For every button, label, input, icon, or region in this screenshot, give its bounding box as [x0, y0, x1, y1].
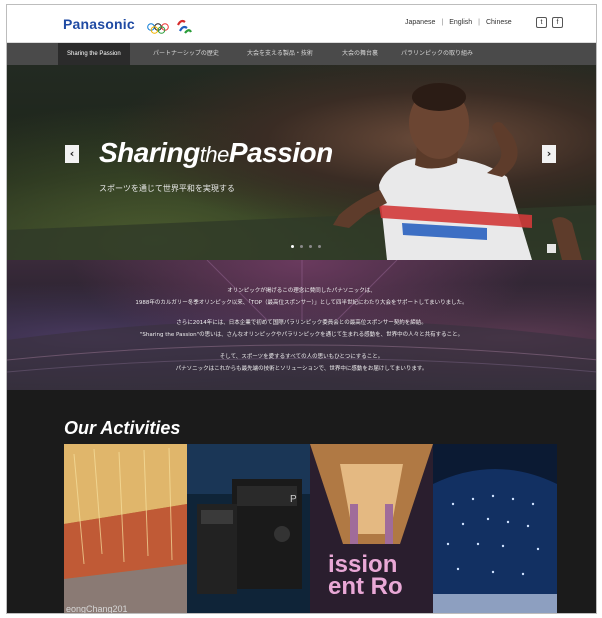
mission-statement: オリンピックが掲げるこの理念に賛同したパナソニックは、 1988年のカルガリー冬…	[7, 260, 596, 390]
pause-icon[interactable]	[547, 244, 556, 253]
activities-title: Our Activities	[64, 418, 181, 438]
stadium-lights-image	[433, 444, 557, 613]
hero-title-passion: Passion	[228, 137, 333, 168]
facebook-icon[interactable]: f	[552, 17, 563, 28]
hero-next-button[interactable]: ›	[542, 145, 556, 163]
statement-line: パナソニックはこれからも最先端の技術とソリューションで、世界中に感動をお届けして…	[175, 366, 428, 372]
nav-item-products-technology[interactable]: 大会を支える製品・技術	[247, 43, 313, 65]
svg-text:P: P	[290, 494, 297, 505]
statement-line: 1988年のカルガリー冬季オリンピック以来、「TOP（最高位スポンサー）」として…	[135, 300, 468, 306]
nav-item-partnership-history[interactable]: パートナーシップの歴史	[153, 43, 219, 65]
slider-dots	[291, 245, 321, 248]
panasonic-logo[interactable]: Panasonic	[63, 16, 135, 32]
browser-frame: Panasonic Japanese | English | Chinese t…	[6, 4, 597, 614]
lang-separator: |	[478, 19, 480, 26]
statement-line: オリンピックが掲げるこの理念に賛同したパナソニックは、	[227, 288, 376, 294]
nav-item-behind-the-scenes[interactable]: 大会の舞台裏	[342, 43, 378, 65]
hero-title-the: the	[199, 142, 230, 167]
slider-dot[interactable]	[309, 245, 312, 248]
language-switcher: Japanese | English | Chinese	[405, 19, 512, 26]
tile-caption: eongChang201	[66, 604, 128, 614]
activities-section: Our Activities eongChang201 P ission ent…	[7, 390, 596, 614]
mission-text: ission ent Ro	[328, 553, 403, 600]
hero-prev-button[interactable]: ‹	[65, 145, 79, 163]
activity-tile-mission[interactable]: ission ent Ro	[310, 444, 433, 613]
lang-japanese[interactable]: Japanese	[405, 19, 435, 26]
activity-tile-ceremony[interactable]: eongChang201	[64, 444, 187, 614]
activity-tile-equipment[interactable]: P	[187, 444, 310, 613]
lang-separator: |	[441, 19, 444, 26]
slider-dot[interactable]	[300, 245, 303, 248]
broadcast-equipment-image: P	[187, 444, 310, 613]
slider-dot[interactable]	[318, 245, 321, 248]
site-header: Panasonic Japanese | English | Chinese t…	[7, 5, 596, 43]
hero-title-sharing: Sharing	[99, 137, 200, 168]
lang-chinese[interactable]: Chinese	[486, 19, 512, 26]
slider-dot[interactable]	[291, 245, 294, 248]
statement-line: そして、スポーツを愛するすべての人の思いもひとつにすること。	[219, 354, 384, 360]
hero-slider: ‹ › SharingthePassion スポーツを通じて世界平和を実現する	[7, 65, 596, 260]
nav-item-sharing-the-passion[interactable]: Sharing the Passion	[58, 43, 130, 65]
ceremony-image	[64, 444, 187, 613]
statement-line: さらに2014年には、日本企業で初めて国際パラリンピック委員会との最高位スポンサ…	[176, 320, 427, 326]
twitter-icon[interactable]: t	[536, 17, 547, 28]
hero-subtitle: スポーツを通じて世界平和を実現する	[99, 184, 235, 193]
paralympic-agitos-icon	[173, 11, 195, 37]
lang-english[interactable]: English	[449, 19, 472, 26]
mission-text-line: ent Ro	[328, 573, 403, 600]
statement-line: "Sharing the Passion"の思いは、さんなオリンピックやパラリン…	[139, 332, 464, 338]
olympic-rings-icon	[145, 11, 171, 37]
activity-tile-stadium[interactable]	[433, 444, 557, 613]
nav-item-paralympic-efforts[interactable]: パラリンピックの取り組み	[401, 43, 473, 65]
hero-title: SharingthePassion	[99, 137, 333, 169]
main-nav: Sharing the Passion パートナーシップの歴史 大会を支える製品…	[7, 43, 596, 65]
